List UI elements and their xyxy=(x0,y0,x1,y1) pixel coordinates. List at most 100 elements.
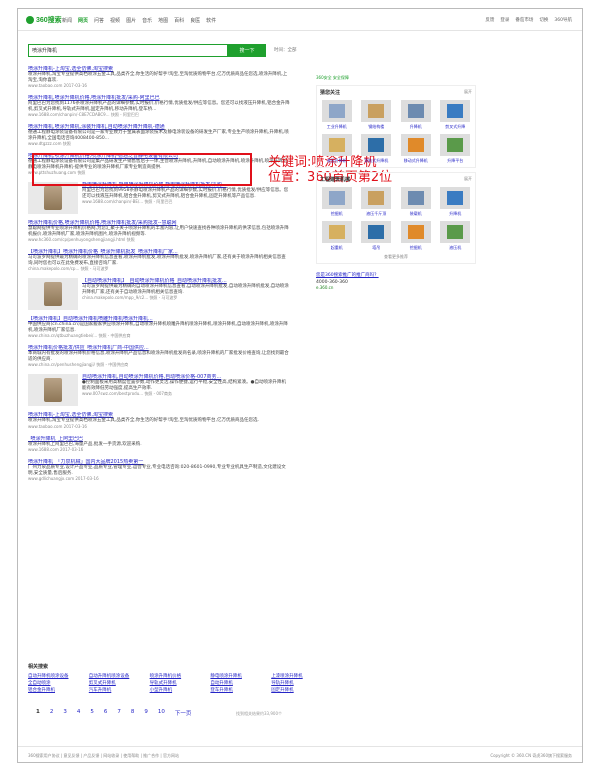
related-link[interactable]: 自动升降机 xyxy=(210,680,267,686)
result-domain[interactable]: www.hc360.com/cp/penhuyongshengjiangji.h… xyxy=(28,237,125,242)
page-link[interactable]: 8 xyxy=(131,709,135,717)
page-link[interactable]: 5 xyxy=(90,709,94,717)
next-page-link[interactable]: 下一页 xyxy=(175,709,192,717)
sidebar-item[interactable]: 导轨式升降机 xyxy=(360,134,394,164)
expand-link[interactable]: 展开 xyxy=(464,89,472,96)
result-thumbnail[interactable] xyxy=(28,374,78,406)
user-link[interactable]: 登录 xyxy=(500,17,509,23)
sidebar-item[interactable]: 塔吊 xyxy=(360,221,394,251)
related-link[interactable]: 全自动喷涂 xyxy=(28,680,85,686)
nav-tab[interactable]: 图片 xyxy=(126,17,136,24)
page-link[interactable]: 9 xyxy=(144,709,148,717)
related-link[interactable]: 上漆喷涂升降机 xyxy=(271,673,328,679)
result-url[interactable]: www.gdlichuangjx.com 2017-03-16 xyxy=(28,476,290,482)
advertiser-link[interactable]: 您是360搜索推广的推广商吗？ xyxy=(316,272,476,278)
sidebar-item[interactable]: 起重机 xyxy=(320,221,354,251)
sidebar-item[interactable]: 液压机 xyxy=(439,221,473,251)
result-meta[interactable]: 快照 - 中国供应商 xyxy=(96,362,128,367)
result-url[interactable]: www.1688.com 2017-03-16 xyxy=(28,447,290,453)
time-filter[interactable]: 时间：全部 xyxy=(274,47,297,53)
result-url[interactable]: www.1688.com/chanpin/-C8E7CDABC9... 快照 -… xyxy=(28,112,290,118)
result-meta[interactable]: 快照 xyxy=(63,141,71,146)
result-url[interactable]: china.makepolo.com/mpp_9/c2... 快照 - 马可波罗 xyxy=(82,295,290,301)
sidebar-item[interactable]: 工业升降机 xyxy=(320,100,354,130)
result-meta[interactable]: 2017-03-16 xyxy=(60,447,83,452)
result-domain[interactable]: www.taobao.com xyxy=(28,424,62,429)
page-link[interactable]: 7 xyxy=(117,709,121,717)
logo[interactable]: 360搜索 xyxy=(26,15,62,25)
result-domain[interactable]: www.1688.com xyxy=(28,447,59,452)
user-link[interactable]: 360导航 xyxy=(554,17,572,23)
nav-tab[interactable]: 网页 xyxy=(78,17,88,24)
result-domain[interactable]: china.makepolo.com/mpp_9/c2... xyxy=(82,295,148,300)
result-domain[interactable]: www.taobao.com xyxy=(28,83,62,88)
expand-link[interactable]: 展开 xyxy=(464,176,472,183)
sidebar-item[interactable]: 装载机 xyxy=(399,187,433,217)
result-domain[interactable]: www.1688.com/chanpin/-C8E7CDABC9... xyxy=(28,112,110,117)
result-url[interactable]: www.china.cn/qtbuzhuangtiebei/... 快照 - 中… xyxy=(28,333,290,339)
nav-tab[interactable]: 新闻 xyxy=(62,17,72,24)
result-domain[interactable]: www.gdlichuangjx.com xyxy=(28,476,74,481)
related-link[interactable]: 小型升降机 xyxy=(150,687,207,693)
sidebar-item[interactable]: 挖掘机 xyxy=(399,221,433,251)
page-link[interactable]: 6 xyxy=(104,709,108,717)
nav-tab[interactable]: 音乐 xyxy=(142,17,152,24)
nav-tab[interactable]: 问答 xyxy=(94,17,104,24)
user-link[interactable]: 切换 xyxy=(539,17,548,23)
sidebar-item[interactable]: 升降机 xyxy=(439,187,473,217)
result-url[interactable]: china.makepolo.com/cp... 快照 - 马可波罗 xyxy=(28,266,290,272)
result-domain[interactable]: www.007swz.com/bestprodu... xyxy=(82,391,143,396)
sidebar-item[interactable]: 液压升降机 xyxy=(320,134,354,164)
related-link[interactable]: 喷涂升降机价格 xyxy=(150,673,207,679)
advertiser-url[interactable]: e.360.cn xyxy=(316,285,476,290)
page-link[interactable]: 2 xyxy=(50,709,54,717)
result-url[interactable]: www.hc360.com/cp/penhuyongshengjiangji.h… xyxy=(28,237,290,243)
sidebar-item[interactable]: 剪叉式升降 xyxy=(439,100,473,130)
page-link[interactable]: 10 xyxy=(158,709,165,717)
result-url[interactable]: www.taobao.com 2017-03-16 xyxy=(28,424,290,430)
page-link[interactable]: 3 xyxy=(63,709,67,717)
related-link[interactable]: 导轨式升降机 xyxy=(150,680,207,686)
result-url[interactable]: www.1688.com/chanpin/-BE/... 快照 - 阿里巴巴 xyxy=(82,199,290,205)
related-link[interactable]: 静电喷涂升降机 xyxy=(210,673,267,679)
search-input[interactable] xyxy=(28,43,228,57)
nav-tab[interactable]: 良医 xyxy=(190,17,200,24)
result-domain[interactable]: www.dtgzzz.com xyxy=(28,141,61,146)
related-link[interactable]: 导轨升降机 xyxy=(271,680,328,686)
nav-tab[interactable]: 百科 xyxy=(174,17,184,24)
result-meta[interactable]: 快照 - 007商务 xyxy=(144,391,172,396)
related-link[interactable]: 登车升降机 xyxy=(210,687,267,693)
result-domain[interactable]: www.1688.com/chanpin/-BE/... xyxy=(82,199,143,204)
result-url[interactable]: www.china.cn/penhushengjiangji/ 快照 - 中国供… xyxy=(28,362,290,368)
result-meta[interactable]: 快照 - 马可波罗 xyxy=(81,266,109,271)
result-meta[interactable]: 快照 - 阿里巴巴 xyxy=(144,199,172,204)
result-url[interactable]: www.taobao.com 2017-03-16 xyxy=(28,83,290,89)
related-link[interactable]: 自动升降机喷涂设备 xyxy=(89,673,146,679)
result-url[interactable]: www.007swz.com/bestprodu... 快照 - 007商务 xyxy=(82,391,290,397)
result-meta[interactable]: 2017-03-16 xyxy=(64,83,87,88)
related-link[interactable]: 固定升降机 xyxy=(271,687,328,693)
search-button[interactable]: 搜一下 xyxy=(228,43,266,57)
sidebar-item[interactable]: 升降机 xyxy=(399,100,433,130)
result-meta[interactable]: 快照 xyxy=(127,237,135,242)
related-link[interactable]: 剪叉式升降机 xyxy=(89,680,146,686)
result-thumbnail[interactable] xyxy=(28,182,78,214)
sidebar-item[interactable]: 移动式升降机 xyxy=(399,134,433,164)
result-domain[interactable]: www.china.cn/qtbuzhuangtiebei/... xyxy=(28,333,97,338)
result-meta[interactable]: 2017-03-16 xyxy=(64,424,87,429)
related-link[interactable]: 铝合金升降机 xyxy=(28,687,85,693)
related-link[interactable]: 自动升降机喷涂设备 xyxy=(28,673,85,679)
related-link[interactable]: 汽车升降机 xyxy=(89,687,146,693)
result-thumbnail[interactable] xyxy=(28,278,78,310)
sidebar-item[interactable]: 液压千斤顶 xyxy=(360,187,394,217)
page-link[interactable]: 1 xyxy=(36,709,40,717)
nav-tab[interactable]: 地图 xyxy=(158,17,168,24)
user-link[interactable]: 番茄市场 xyxy=(515,17,533,23)
nav-tab[interactable]: 软件 xyxy=(206,17,216,24)
more-recommend-link[interactable]: 查看更多推荐 xyxy=(320,254,472,260)
footer-links[interactable]: 360搜索用户协议 | 意见反馈 | 产品反馈 | 网站收录 | 使用帮助 | … xyxy=(28,753,179,758)
sidebar-item[interactable]: 升降平台 xyxy=(439,134,473,164)
page-link[interactable]: 4 xyxy=(77,709,81,717)
result-url[interactable]: www.dtgzzz.com 快照 xyxy=(28,141,290,147)
user-link[interactable]: 反馈 xyxy=(485,17,494,23)
